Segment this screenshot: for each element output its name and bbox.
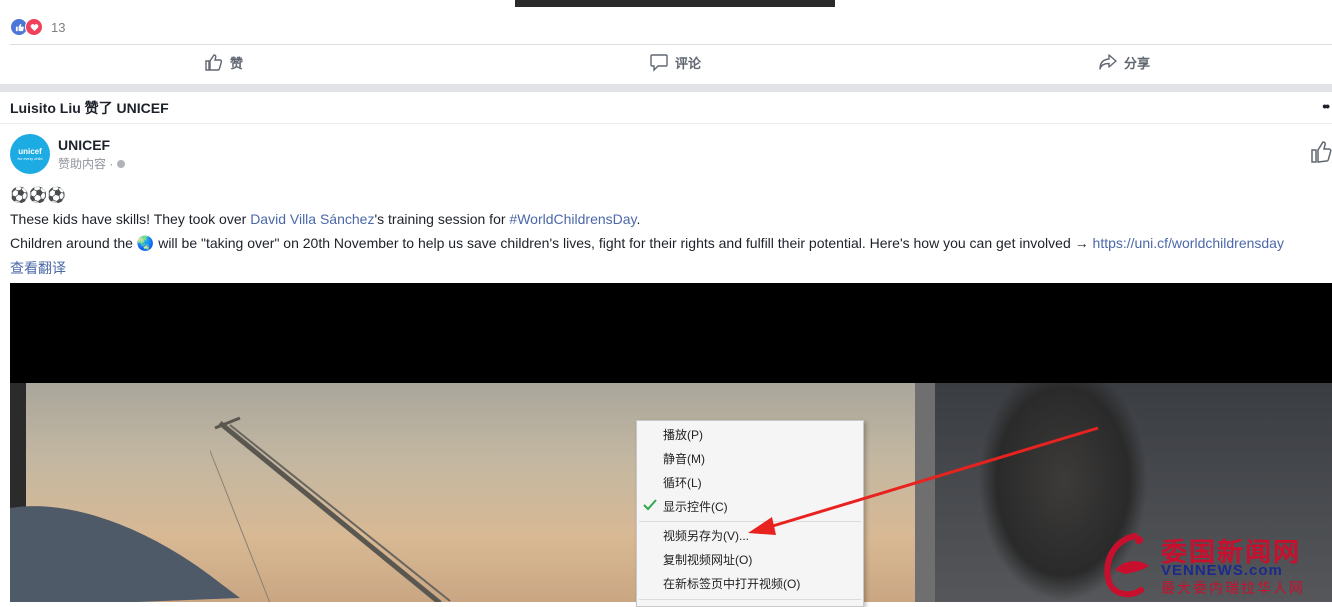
watermark-tagline: 最大委内瑞拉华人网 [1161, 580, 1305, 596]
video-context-menu: 播放(P) 静音(M) 循环(L) 显示控件(C) 视频另存为(V)... 复制… [636, 420, 864, 607]
watermark-domain: VENNEWS.com [1161, 562, 1283, 579]
text-segment: Children around the [10, 235, 137, 251]
checkmark-icon [643, 499, 657, 511]
avatar[interactable]: unicef for every child [10, 134, 50, 174]
text-segment: These kids have skills! They took over [10, 211, 251, 227]
menu-item-open-video-new-tab[interactable]: 在新标签页中打开视频(O) [663, 574, 800, 594]
like-label: 赞 [230, 55, 244, 71]
comment-label: 评论 [675, 55, 702, 71]
love-icon [25, 18, 43, 36]
menu-separator [639, 599, 861, 600]
hashtag-link[interactable]: #WorldChildrensDay [509, 211, 636, 227]
sponsored-text[interactable]: 赞助内容 · [58, 155, 113, 172]
thumbs-up-icon [1311, 141, 1332, 163]
post-action-bar: 赞 评论 分享 [0, 48, 1332, 82]
sponsored-label: 赞助内容 · [58, 155, 126, 172]
page-like-button[interactable] [1310, 140, 1332, 169]
menu-item-show-controls[interactable]: 显示控件(C) [663, 497, 728, 517]
text-segment: . [636, 211, 641, 227]
earth-emoji: 🌏 [136, 235, 155, 251]
menu-item-mute[interactable]: 静音(M) [663, 449, 705, 469]
see-translation-link[interactable]: 查看翻译 [10, 258, 66, 278]
watermark-logo [1104, 533, 1149, 598]
feed-separator [0, 84, 1332, 92]
share-icon [1099, 54, 1117, 70]
more-options-button[interactable]: •• [1322, 98, 1330, 114]
reaction-summary[interactable]: 13 [10, 17, 65, 37]
mention-link[interactable]: David Villa Sánchez [250, 211, 374, 227]
comment-button[interactable]: 评论 [649, 52, 701, 72]
menu-item-loop[interactable]: 循环(L) [663, 473, 702, 493]
video-scene-crane [210, 416, 451, 602]
reaction-count[interactable]: 13 [51, 20, 65, 35]
like-button[interactable]: 赞 [204, 52, 243, 72]
watermark: 委国新闻网 VENNEWS.com 最大委内瑞拉华人网 [1095, 530, 1330, 600]
divider [0, 123, 1332, 124]
story-header: Luisito Liu 赞了 UNICEF [10, 100, 169, 116]
menu-item-play[interactable]: 播放(P) [663, 425, 703, 445]
thumbs-up-icon [205, 54, 223, 71]
page-name[interactable]: UNICEF [58, 137, 110, 153]
divider [10, 44, 1332, 45]
video-scene-pillar [915, 383, 935, 602]
post-emoji: ⚽⚽⚽ [10, 187, 67, 204]
text-segment: 's training session for [374, 211, 510, 227]
menu-item-save-video-as[interactable]: 视频另存为(V)... [663, 526, 749, 546]
post-text-line-1: These kids have skills! They took over D… [10, 211, 640, 227]
text-segment: will be "taking over" on 20th November t… [154, 235, 1093, 251]
avatar-logo-text: unicef [18, 146, 42, 156]
comment-icon [650, 54, 668, 72]
avatar-logo-subtext: for every child [17, 155, 43, 161]
post-text-line-2: Children around the 🌏 will be "taking ov… [10, 235, 1284, 252]
share-label: 分享 [1124, 55, 1151, 71]
url-link[interactable]: https://uni.cf/worldchildrensday [1093, 235, 1284, 251]
globe-icon [117, 159, 126, 168]
menu-item-copy-video-url[interactable]: 复制视频网址(O) [663, 550, 752, 570]
previous-post-media[interactable] [515, 0, 835, 7]
menu-separator [639, 521, 861, 522]
share-button[interactable]: 分享 [1098, 52, 1150, 72]
